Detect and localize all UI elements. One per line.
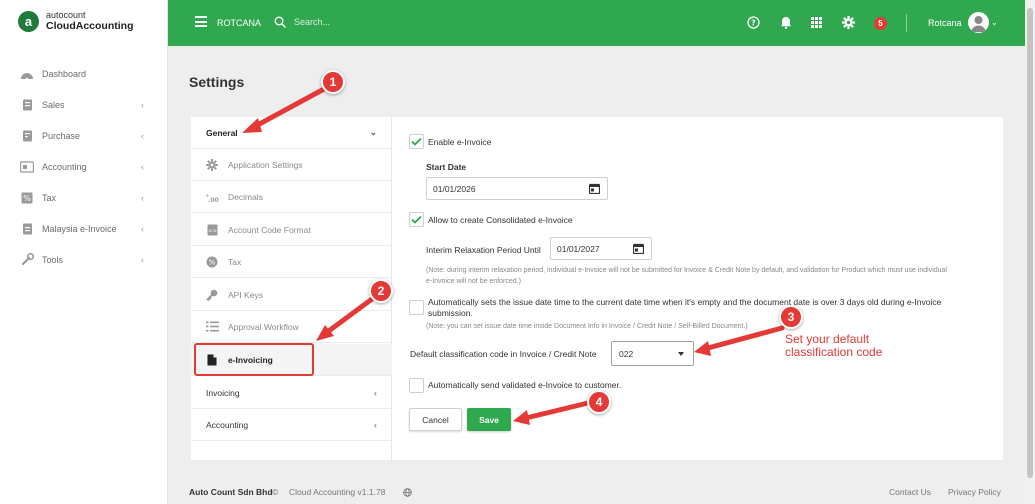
arrow-step1: [242, 86, 327, 133]
step-1-marker: 1: [321, 70, 345, 94]
arrow-step4: [513, 400, 591, 425]
arrow-step3: [694, 325, 785, 356]
classification-callout: Set your default classification code: [785, 333, 882, 359]
arrow-step2: [316, 296, 375, 341]
annotation-arrows: [242, 86, 785, 425]
step-4-marker: 4: [587, 390, 611, 414]
step-3-marker: 3: [779, 305, 803, 329]
callout-line: classification code: [785, 345, 883, 359]
step-2-marker: 2: [369, 279, 393, 303]
